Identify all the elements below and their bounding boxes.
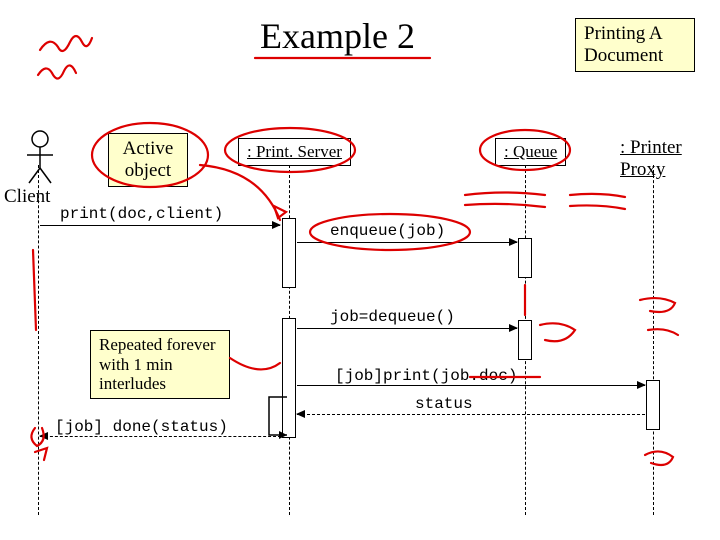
lifeline-client	[38, 165, 39, 515]
msg-status: status	[415, 395, 473, 413]
actor-icon	[25, 130, 55, 185]
actor-label: Client	[4, 186, 50, 208]
activation-print-server-1	[282, 218, 296, 288]
arrow-enqueue	[297, 242, 517, 243]
msg-job-print: [job]print(job.doc)	[335, 367, 517, 385]
activation-printer-proxy	[646, 380, 660, 430]
activation-queue-1	[518, 238, 532, 278]
note-active-object: Active object	[108, 133, 188, 187]
arrow-dequeue	[297, 328, 517, 329]
lifeline-head-queue: : Queue	[495, 138, 566, 166]
note-repeated: Repeated forever with 1 min interludes	[90, 330, 230, 399]
arrow-status	[297, 414, 645, 415]
lifeline-head-printer-proxy: : Printer Proxy	[620, 137, 700, 181]
arrow-done	[40, 436, 281, 437]
arrow-job-print	[297, 385, 645, 386]
self-call-icon	[257, 395, 297, 443]
lifeline-head-print-server: : Print. Server	[238, 138, 351, 166]
ink-annotations	[0, 0, 720, 540]
msg-done: [job] done(status)	[55, 418, 228, 436]
lifeline-printer-proxy	[653, 165, 654, 515]
msg-dequeue: job=dequeue()	[330, 308, 455, 326]
msg-print: print(doc,client)	[60, 205, 223, 223]
arrow-print	[40, 225, 280, 226]
note-printing-doc: Printing A Document	[575, 18, 695, 72]
page-title: Example 2	[260, 15, 415, 57]
activation-queue-2	[518, 320, 532, 360]
msg-enqueue: enqueue(job)	[330, 222, 445, 240]
